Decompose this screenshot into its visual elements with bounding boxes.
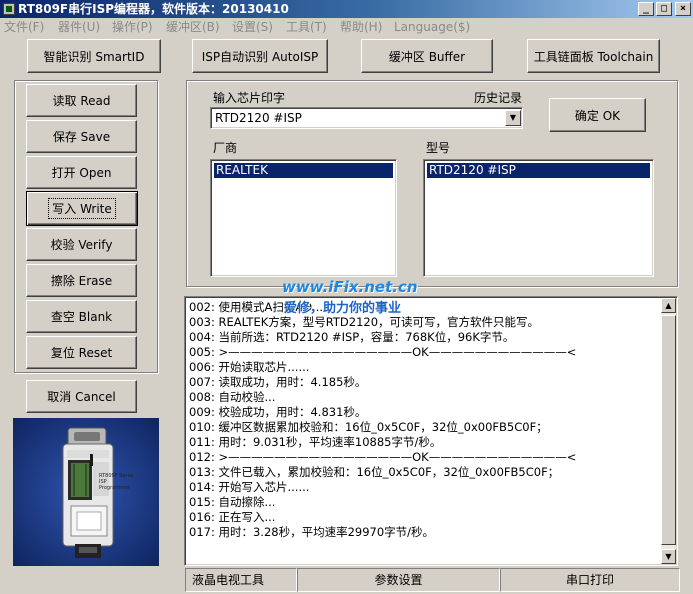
vendor-list[interactable]: REALTEK (210, 159, 397, 277)
vendor-label: 厂商 (213, 141, 238, 155)
log-line: 005: >————————————————OK————————————< (189, 345, 577, 359)
log-line: 012: >————————————————OK————————————< (189, 450, 577, 464)
model-label: 型号 (426, 141, 451, 155)
open-button[interactable]: 打开 Open (26, 156, 137, 189)
log-line: 013: 文件已载入，累加校验和：16位_0x5C0F，32位_0x00FB5C… (189, 465, 560, 479)
watermark-site: www.iFix.net.cn (282, 278, 418, 296)
window-title: RT809F串行ISP编程器，软件版本：20130410 (18, 2, 289, 16)
model-item-rtd2120[interactable]: RTD2120 #ISP (427, 163, 650, 178)
read-button[interactable]: 读取 Read (26, 84, 137, 117)
minimize-icon[interactable]: _ (638, 2, 654, 16)
erase-button[interactable]: 擦除 Erase (26, 264, 137, 297)
log-line: 006: 开始读取芯片...... (189, 360, 310, 374)
buffer-button[interactable]: 缓冲区 Buffer (361, 39, 493, 73)
log-line: 009: 校验成功，用时：4.831秒。 (189, 405, 367, 419)
log-line: 007: 读取成功，用时：4.185秒。 (189, 375, 367, 389)
verify-button[interactable]: 校验 Verify (26, 228, 137, 261)
scroll-up-icon[interactable]: ▲ (661, 298, 676, 313)
chip-input-value[interactable]: RTD2120 #ISP (215, 111, 302, 125)
vendor-item-realtek[interactable]: REALTEK (214, 163, 393, 178)
log-line: 002: 使用模式A扫描AD... (189, 300, 324, 314)
log-line: 008: 自动校验... (189, 390, 276, 404)
menu-buffer[interactable]: 缓冲区(B) (166, 18, 220, 36)
menu-help[interactable]: 帮助(H) (340, 18, 382, 36)
save-button[interactable]: 保存 Save (26, 120, 137, 153)
menu-file[interactable]: 文件(F) (4, 18, 44, 36)
log-line: 014: 开始写入芯片...... (189, 480, 310, 494)
cancel-button[interactable]: 取消 Cancel (26, 380, 137, 413)
title-bar: RT809F串行ISP编程器，软件版本：20130410 (0, 0, 693, 18)
log-output: 002: 使用模式A扫描AD... 003: REALTEK方案，型号RTD21… (184, 296, 678, 566)
toolchain-button[interactable]: 工具链面板 Toolchain (527, 39, 660, 73)
log-line: 015: 自动擦除... (189, 495, 276, 509)
autoisp-button[interactable]: ISP自动识别 AutoISP (192, 39, 328, 73)
chip-input-combo[interactable]: RTD2120 #ISP ▼ (210, 107, 523, 129)
menu-bar: 文件(F) 器件(U) 操作(P) 缓冲区(B) 设置(S) 工具(T) 帮助(… (0, 18, 693, 36)
status-params[interactable]: 参数设置 (297, 568, 500, 592)
menu-language[interactable]: Language($) (394, 18, 470, 36)
log-line: 016: 正在写入... (189, 510, 276, 524)
watermark-slogan: 爱修，助力你的事业 (284, 301, 402, 316)
chevron-down-icon[interactable]: ▼ (505, 110, 521, 126)
menu-device[interactable]: 器件(U) (58, 18, 100, 36)
status-tv-tools[interactable]: 液晶电视工具 (185, 568, 297, 592)
reset-button[interactable]: 复位 Reset (26, 336, 137, 369)
write-button[interactable]: 写入 Write (26, 191, 138, 226)
maximize-icon[interactable]: □ (656, 2, 672, 16)
log-line: 003: REALTEK方案，型号RTD2120，可读可写，官方软件只能写。 (189, 315, 540, 329)
scroll-thumb[interactable] (661, 315, 676, 545)
log-line: 017: 用时：3.28秒，平均速率29970字节/秒。 (189, 525, 435, 539)
blank-check-button[interactable]: 查空 Blank (26, 300, 137, 333)
log-scrollbar[interactable]: ▲ ▼ (661, 298, 676, 564)
log-lines: 002: 使用模式A扫描AD... 003: REALTEK方案，型号RTD21… (186, 298, 660, 564)
device-label: RT809F Serial ISP Programmer (99, 473, 134, 491)
menu-operate[interactable]: 操作(P) (112, 18, 153, 36)
programmer-device-icon (13, 418, 159, 566)
app-icon (3, 3, 15, 15)
log-line: 004: 当前所选：RTD2120 #ISP，容量：768K位，96K字节。 (189, 330, 515, 344)
menu-settings[interactable]: 设置(S) (232, 18, 273, 36)
chip-input-label: 输入芯片印字 (213, 91, 286, 105)
programmer-photo: RT809F Serial ISP Programmer (13, 418, 159, 566)
log-line: 011: 用时：9.031秒，平均速率10885字节/秒。 (189, 435, 442, 449)
status-serial-print[interactable]: 串口打印 (500, 568, 680, 592)
ok-button[interactable]: 确定 OK (549, 98, 646, 132)
menu-tools[interactable]: 工具(T) (286, 18, 327, 36)
log-line: 010: 缓冲区数据累加校验和：16位_0x5C0F，32位_0x00FB5C0… (189, 420, 548, 434)
history-label: 历史记录 (474, 91, 523, 105)
scroll-down-icon[interactable]: ▼ (661, 549, 676, 564)
smartid-button[interactable]: 智能识别 SmartID (27, 39, 161, 73)
model-list[interactable]: RTD2120 #ISP (423, 159, 654, 277)
close-icon[interactable]: × (675, 2, 691, 16)
